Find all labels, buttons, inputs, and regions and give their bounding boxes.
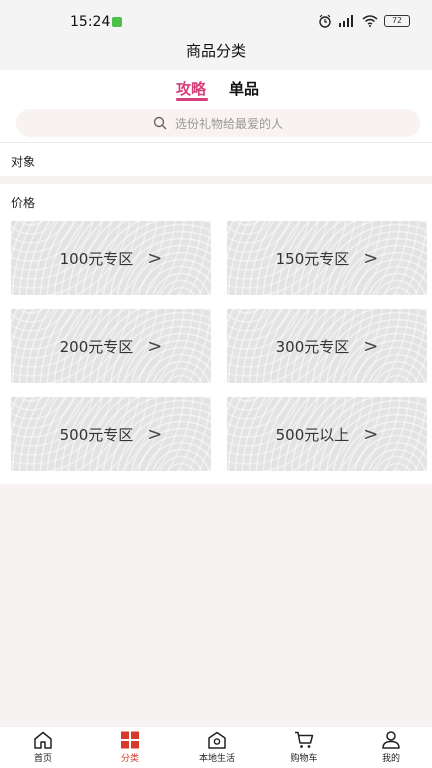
- target-label: 对象: [11, 155, 36, 169]
- wifi-icon: [362, 15, 378, 27]
- price-card-300[interactable]: 300元专区 >: [227, 309, 427, 383]
- price-card-label: 500元以上: [275, 425, 350, 444]
- price-card-label: 150元专区: [275, 249, 350, 268]
- tabbar-item-cart[interactable]: 购物车: [269, 731, 339, 764]
- chevron-right-icon: >: [363, 423, 379, 445]
- search-placeholder: 选份礼物给最爱的人: [174, 116, 283, 131]
- tabbar-item-profile[interactable]: 我的: [356, 731, 426, 764]
- status-icons: 72: [318, 14, 410, 28]
- price-card-100[interactable]: 100元专区 >: [11, 221, 211, 295]
- price-card-500[interactable]: 500元专区 >: [11, 397, 211, 471]
- price-card-500-plus[interactable]: 500元以上 >: [227, 397, 427, 471]
- price-card-200[interactable]: 200元专区 >: [11, 309, 211, 383]
- cart-icon: [295, 731, 314, 748]
- page-title: 商品分类: [0, 40, 432, 70]
- category-icon: [121, 731, 139, 749]
- chevron-right-icon: >: [147, 335, 163, 357]
- bottom-tab-bar: 首页 分类 本地生活 购物车 我的: [0, 726, 432, 768]
- notification-icon: [112, 17, 122, 27]
- signal-icon: [339, 15, 353, 27]
- price-card-label: 300元专区: [275, 337, 350, 356]
- search-input[interactable]: 选份礼物给最爱的人: [16, 109, 420, 137]
- tabbar-label: 本地生活: [198, 754, 235, 764]
- chevron-right-icon: >: [147, 423, 163, 445]
- tab-guides[interactable]: 攻略: [176, 78, 206, 99]
- home-icon: [34, 731, 52, 749]
- price-label: 价格: [11, 196, 36, 210]
- tab-bar-top: 攻略 单品: [0, 70, 432, 104]
- status-time: 15:24: [70, 14, 111, 30]
- tabbar-label: 分类: [120, 754, 139, 764]
- tab-active-indicator: [176, 98, 208, 101]
- tabbar-label: 我的: [381, 754, 400, 764]
- chevron-right-icon: >: [363, 335, 379, 357]
- price-card-label: 200元专区: [59, 337, 134, 356]
- price-card-label: 500元专区: [59, 425, 134, 444]
- tabbar-label: 购物车: [290, 754, 318, 764]
- tabbar-item-category[interactable]: 分类: [95, 731, 165, 764]
- price-card-label: 100元专区: [59, 249, 134, 268]
- tabbar-item-local-life[interactable]: 本地生活: [182, 731, 252, 764]
- battery-indicator: 72: [384, 15, 410, 27]
- status-bar: 15:24 72: [0, 0, 432, 40]
- local-life-icon: [208, 731, 226, 749]
- chevron-right-icon: >: [363, 247, 379, 269]
- profile-icon: [382, 731, 400, 749]
- target-section: 对象: [0, 142, 432, 176]
- search-icon: [153, 116, 167, 130]
- tabbar-label: 首页: [33, 754, 52, 764]
- chevron-right-icon: >: [147, 247, 163, 269]
- price-card-150[interactable]: 150元专区 >: [227, 221, 427, 295]
- price-section: 价格 100元专区 > 150元专区 > 200元专区 > 300元专区 > 5…: [0, 184, 432, 484]
- alarm-icon: [319, 14, 331, 28]
- tabbar-item-home[interactable]: 首页: [8, 731, 78, 764]
- tab-items[interactable]: 单品: [229, 78, 259, 99]
- search-area: 选份礼物给最爱的人: [0, 104, 432, 142]
